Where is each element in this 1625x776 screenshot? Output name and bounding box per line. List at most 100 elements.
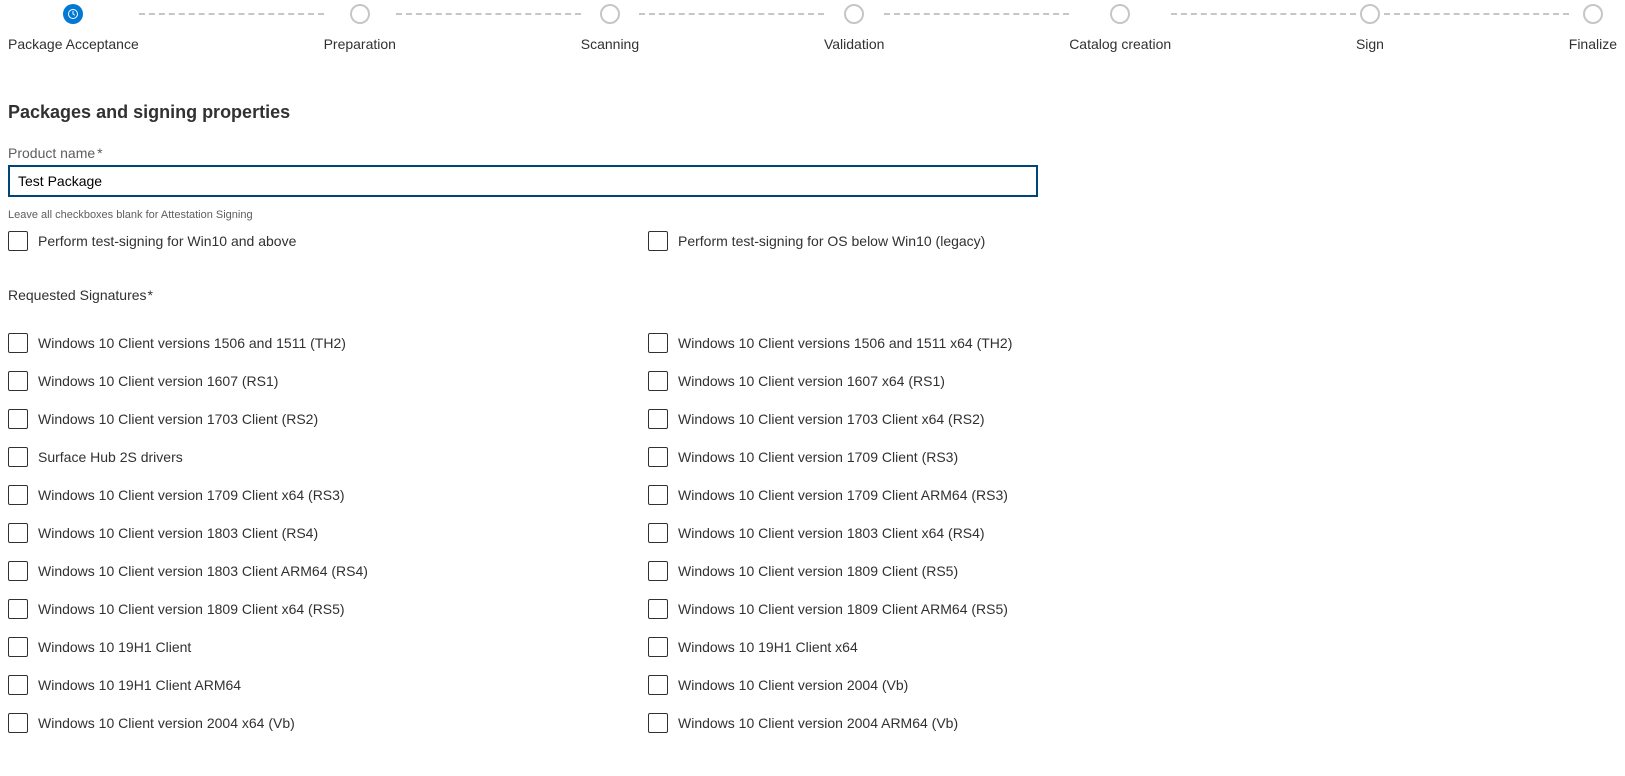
test-sign-legacy-checkbox[interactable]: Perform test-signing for OS below Win10 … — [648, 231, 1288, 251]
signature-checkbox[interactable]: Windows 10 19H1 Client — [8, 637, 648, 657]
checkbox-input[interactable] — [648, 371, 668, 391]
checkbox-label: Windows 10 Client version 2004 x64 (Vb) — [38, 715, 295, 731]
step-bubble-icon — [1360, 4, 1380, 24]
checkbox-input[interactable] — [8, 637, 28, 657]
checkbox-label: Windows 10 19H1 Client x64 — [678, 639, 858, 655]
signature-checkbox[interactable]: Windows 10 Client version 2004 ARM64 (Vb… — [648, 713, 1288, 733]
step-label: Preparation — [324, 36, 396, 52]
signature-checkbox[interactable]: Windows 10 Client version 1809 Client AR… — [648, 599, 1288, 619]
checkbox-label: Windows 10 Client version 1703 Client (R… — [38, 411, 318, 427]
signature-checkbox[interactable]: Windows 10 Client version 1809 Client x6… — [8, 599, 648, 619]
checkbox-input[interactable] — [8, 447, 28, 467]
checkbox-input[interactable] — [8, 713, 28, 733]
step-bubble-icon — [844, 4, 864, 24]
checkbox-input[interactable] — [648, 675, 668, 695]
signature-checkbox[interactable]: Windows 10 Client version 1709 Client (R… — [648, 447, 1288, 467]
step-validation: Validation — [824, 4, 884, 52]
step-label: Scanning — [581, 36, 639, 52]
checkbox-label: Windows 10 Client versions 1506 and 1511… — [38, 335, 346, 351]
signature-checkbox[interactable]: Surface Hub 2S drivers — [8, 447, 648, 467]
checkbox-input[interactable] — [648, 485, 668, 505]
step-label: Validation — [824, 36, 884, 52]
step-bubble-icon — [350, 4, 370, 24]
signature-checkbox[interactable]: Windows 10 Client version 1709 Client AR… — [648, 485, 1288, 505]
test-signing-row: Perform test-signing for Win10 and above… — [8, 231, 1617, 251]
checkbox-input[interactable] — [8, 231, 28, 251]
signature-checkbox[interactable]: Windows 10 19H1 Client x64 — [648, 637, 1288, 657]
checkbox-label: Windows 10 Client version 2004 (Vb) — [678, 677, 908, 693]
checkbox-label: Windows 10 Client version 1709 Client AR… — [678, 487, 1008, 503]
signatures-column-right: Windows 10 Client versions 1506 and 1511… — [648, 333, 1288, 733]
signature-checkbox[interactable]: Windows 10 Client version 1803 Client x6… — [648, 523, 1288, 543]
checkbox-label: Perform test-signing for Win10 and above — [38, 233, 296, 249]
signature-checkbox[interactable]: Windows 10 Client version 1709 Client x6… — [8, 485, 648, 505]
checkbox-input[interactable] — [648, 447, 668, 467]
step-catalog-creation: Catalog creation — [1069, 4, 1171, 52]
step-connector — [1384, 13, 1569, 15]
test-sign-win10-checkbox[interactable]: Perform test-signing for Win10 and above — [8, 231, 648, 251]
step-preparation: Preparation — [324, 4, 396, 52]
signature-checkbox[interactable]: Windows 10 Client version 1803 Client (R… — [8, 523, 648, 543]
signature-checkbox[interactable]: Windows 10 Client versions 1506 and 1511… — [8, 333, 648, 353]
signature-checkbox[interactable]: Windows 10 Client version 1607 (RS1) — [8, 371, 648, 391]
signature-checkbox[interactable]: Windows 10 Client version 1703 Client x6… — [648, 409, 1288, 429]
signature-checkbox[interactable]: Windows 10 19H1 Client ARM64 — [8, 675, 648, 695]
step-connector — [639, 13, 824, 15]
signature-checkbox[interactable]: Windows 10 Client version 1703 Client (R… — [8, 409, 648, 429]
checkbox-label: Windows 10 Client version 1709 Client (R… — [678, 449, 958, 465]
checkbox-input[interactable] — [648, 637, 668, 657]
checkbox-label: Windows 10 Client version 1809 Client AR… — [678, 601, 1008, 617]
checkbox-input[interactable] — [648, 561, 668, 581]
checkbox-input[interactable] — [8, 675, 28, 695]
checkbox-label: Windows 10 Client version 1709 Client x6… — [38, 487, 345, 503]
step-connector — [884, 13, 1069, 15]
step-label: Catalog creation — [1069, 36, 1171, 52]
checkbox-input[interactable] — [8, 409, 28, 429]
checkbox-label: Windows 10 Client version 1703 Client x6… — [678, 411, 985, 427]
checkbox-input[interactable] — [648, 231, 668, 251]
checkbox-label: Windows 10 Client version 1607 (RS1) — [38, 373, 278, 389]
attestation-hint: Leave all checkboxes blank for Attestati… — [8, 209, 1617, 221]
step-finalize: Finalize — [1569, 4, 1617, 52]
checkbox-label: Windows 10 19H1 Client — [38, 639, 191, 655]
checkbox-input[interactable] — [648, 713, 668, 733]
checkbox-input[interactable] — [648, 409, 668, 429]
step-package-acceptance: Package Acceptance — [8, 4, 139, 52]
required-asterisk: * — [95, 145, 102, 161]
step-sign: Sign — [1356, 4, 1384, 52]
checkbox-input[interactable] — [8, 371, 28, 391]
step-label: Sign — [1356, 36, 1384, 52]
requested-signatures-title: Requested Signatures* — [8, 287, 1617, 303]
checkbox-label: Windows 10 Client version 2004 ARM64 (Vb… — [678, 715, 958, 731]
signatures-grid: Windows 10 Client versions 1506 and 1511… — [8, 333, 1617, 733]
checkbox-input[interactable] — [8, 599, 28, 619]
checkbox-input[interactable] — [648, 599, 668, 619]
checkbox-input[interactable] — [648, 333, 668, 353]
checkbox-label: Windows 10 Client version 1803 Client AR… — [38, 563, 368, 579]
step-connector — [396, 13, 581, 15]
step-scanning: Scanning — [581, 4, 639, 52]
signature-checkbox[interactable]: Windows 10 Client version 2004 (Vb) — [648, 675, 1288, 695]
checkbox-label: Windows 10 Client version 1803 Client (R… — [38, 525, 318, 541]
checkbox-input[interactable] — [8, 333, 28, 353]
signature-checkbox[interactable]: Windows 10 Client version 2004 x64 (Vb) — [8, 713, 648, 733]
product-name-input[interactable] — [8, 165, 1038, 197]
step-label: Finalize — [1569, 36, 1617, 52]
checkbox-input[interactable] — [648, 523, 668, 543]
checkbox-label: Windows 10 Client version 1809 Client (R… — [678, 563, 958, 579]
checkbox-input[interactable] — [8, 485, 28, 505]
checkbox-label: Windows 10 Client version 1607 x64 (RS1) — [678, 373, 945, 389]
checkbox-input[interactable] — [8, 561, 28, 581]
checkbox-input[interactable] — [8, 523, 28, 543]
checkbox-label: Windows 10 19H1 Client ARM64 — [38, 677, 241, 693]
step-label: Package Acceptance — [8, 36, 139, 52]
checkbox-label: Windows 10 Client version 1803 Client x6… — [678, 525, 985, 541]
wizard-stepper: Package Acceptance Preparation Scanning … — [8, 4, 1617, 52]
signature-checkbox[interactable]: Windows 10 Client version 1809 Client (R… — [648, 561, 1288, 581]
checkbox-label: Perform test-signing for OS below Win10 … — [678, 233, 985, 249]
signature-checkbox[interactable]: Windows 10 Client versions 1506 and 1511… — [648, 333, 1288, 353]
signature-checkbox[interactable]: Windows 10 Client version 1607 x64 (RS1) — [648, 371, 1288, 391]
clock-icon — [63, 4, 83, 24]
signature-checkbox[interactable]: Windows 10 Client version 1803 Client AR… — [8, 561, 648, 581]
checkbox-label: Windows 10 Client version 1809 Client x6… — [38, 601, 345, 617]
